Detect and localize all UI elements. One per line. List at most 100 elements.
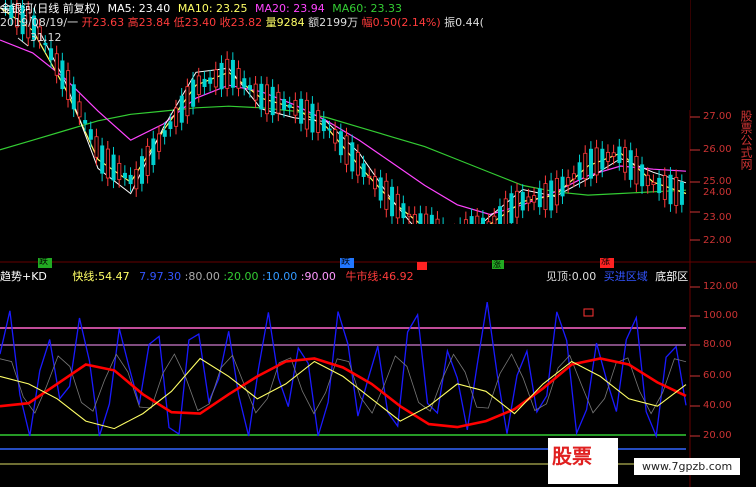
candle-body [213, 69, 218, 88]
amp-label: 振 [444, 16, 456, 29]
low-label: 低 [173, 16, 185, 29]
v1-value: 7.97.30 [139, 270, 182, 283]
candle-body [384, 180, 389, 210]
price-y-tick-1: 27.00 [703, 111, 732, 122]
top-label: 见顶: [546, 270, 572, 283]
candle-body [276, 91, 281, 114]
candle-body [532, 195, 537, 203]
candle-body [390, 186, 395, 217]
candle-body [515, 190, 520, 218]
candle-body [304, 99, 309, 130]
candle-body [549, 180, 554, 211]
high-label: 高 [127, 16, 139, 29]
candle-body [230, 59, 235, 88]
candle-body [168, 121, 173, 129]
candle-body [395, 193, 400, 219]
fast-label: 快线: [72, 270, 99, 283]
candle-body [600, 148, 605, 170]
candle-body [270, 86, 275, 116]
candle-body [537, 188, 542, 208]
candle-body [412, 214, 417, 226]
candle-body [327, 128, 332, 131]
candle-body [651, 181, 656, 185]
candle-body [77, 101, 82, 118]
close-value: 23.82 [230, 16, 263, 29]
candle-body [202, 78, 207, 87]
price-y-tick-5: 23.00 [703, 212, 732, 223]
candle-body [321, 118, 326, 132]
amp-value: 0.44( [455, 16, 484, 29]
candle-body [88, 129, 93, 140]
open-label: 开 [81, 16, 93, 29]
candle-body [253, 83, 258, 101]
candle-body [259, 83, 264, 110]
candle-body [162, 130, 167, 137]
candle-body [117, 162, 122, 181]
candle-body [350, 142, 355, 172]
indicator-lines [0, 301, 687, 439]
ind-y-tick-2: 100.00 [703, 310, 738, 321]
bull-value: 46.92 [382, 270, 414, 283]
candle-body [588, 148, 593, 179]
ind-y-tick-1: 120.00 [703, 281, 738, 292]
candle-body [49, 48, 54, 61]
candle-body [583, 152, 588, 180]
candle-body [287, 104, 292, 108]
candle-body [640, 164, 645, 187]
watermark-brand: 股票 [552, 444, 592, 468]
fast-value: 54.47 [98, 270, 130, 283]
candle-body [122, 172, 127, 179]
candle-body [83, 120, 88, 124]
candle-body [208, 77, 213, 84]
price-y-tick-3: 25.00 [703, 176, 732, 187]
candle-body [401, 203, 406, 219]
candle-body [355, 151, 360, 176]
top-value: 0.00 [571, 270, 597, 283]
candle-body [157, 133, 162, 152]
candle-body [571, 173, 576, 180]
stock-title: 金银河(日线 前复权) [0, 2, 101, 15]
signal-label-2: 跌 [341, 257, 351, 267]
candle-body [623, 147, 628, 173]
v5-value: :90.00 [300, 270, 336, 283]
candle-body [196, 75, 201, 95]
open-value: 23.63 [92, 16, 125, 29]
ma5-label: MA5: 23.40 [107, 2, 171, 15]
candle-body [333, 129, 338, 144]
candle-body [139, 156, 144, 184]
candle-body [611, 152, 616, 157]
candle-body [293, 100, 298, 116]
indicator-header-right: 见顶:0.00 买进区域 底部区 [546, 270, 688, 283]
candle-body [361, 163, 366, 177]
candle-body [679, 182, 684, 205]
candle-body [594, 147, 599, 176]
change-value: 0.50(2.14%) [372, 16, 441, 29]
header-row-2: 2019/08/19/一 开23.63 高23.84 低23.40 收23.82… [0, 16, 484, 29]
candle-body [503, 198, 508, 226]
low-value: 23.40 [184, 16, 217, 29]
v2-value: :80.00 [184, 270, 220, 283]
candle-body [628, 150, 633, 180]
candle-body [668, 174, 673, 205]
candle-body [520, 191, 525, 211]
candle-body [378, 177, 383, 201]
candle-body [367, 175, 372, 178]
candle-body [134, 168, 139, 190]
signal-label-3: 涨 [493, 260, 501, 269]
candle-body [657, 177, 662, 194]
ma10-label: MA10: 23.25 [177, 2, 248, 15]
candle-body [179, 95, 184, 123]
indicator-header: 趋势+KD 快线:54.47 7.97.30 :80.00 :20.00 :10… [0, 270, 414, 283]
date-label: 2019/08/19/一 [0, 16, 79, 29]
v3-value: :20.00 [223, 270, 259, 283]
candle-body [674, 177, 679, 206]
change-label: 幅 [361, 16, 373, 29]
candle-body [554, 177, 559, 206]
candle-body [242, 78, 247, 88]
ma60-label: MA60: 23.33 [332, 2, 402, 15]
candle-body [174, 107, 179, 127]
ma20-label: MA20: 23.94 [255, 2, 325, 15]
candle-body [145, 145, 150, 176]
ind-y-tick-6: 20.00 [703, 430, 732, 441]
buy-zone-label: 买进区域 [603, 270, 648, 283]
